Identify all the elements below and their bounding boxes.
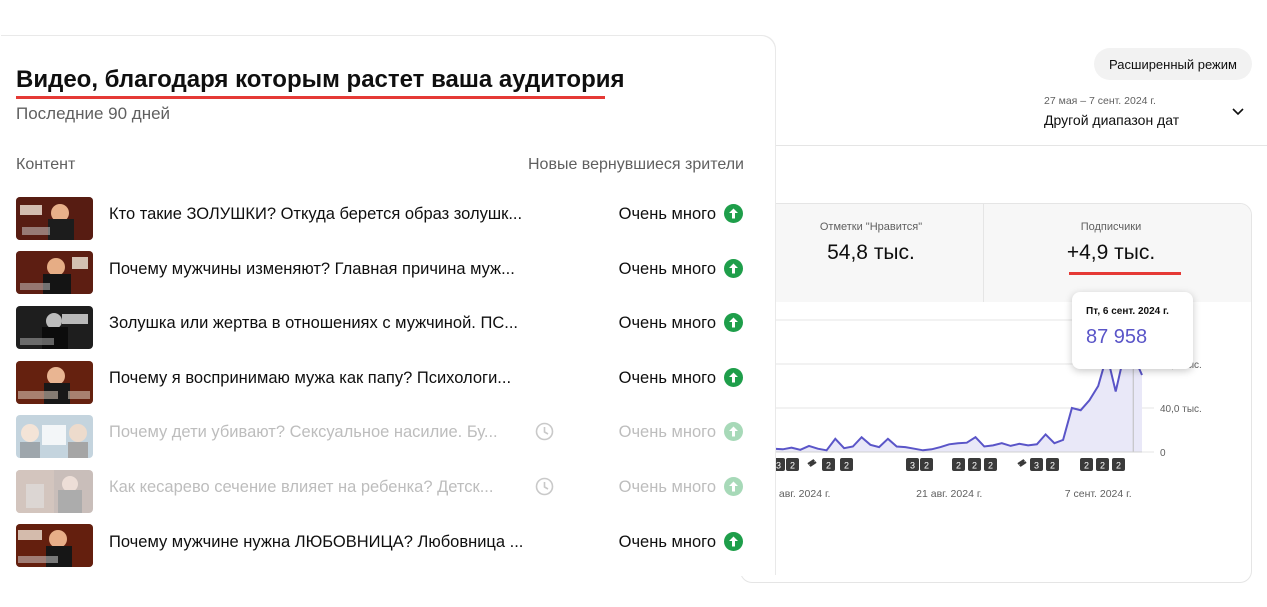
divider (775, 145, 1267, 146)
marker-badge-label: 2 (826, 461, 831, 471)
video-thumbnail[interactable] (16, 469, 93, 513)
metrics-header: Отметки "Нравится" 54,8 тыс. Подписчики … (741, 204, 1251, 302)
metric-likes-value: 54,8 тыс. (827, 241, 915, 264)
metric-likes-label: Отметки "Нравится" (819, 221, 923, 233)
marker-badge-label: 2 (1084, 461, 1089, 471)
x-tick-label: 7 сент. 2024 г. (1065, 488, 1132, 500)
arrow-up-circle-icon (724, 531, 743, 551)
video-title[interactable]: Почему мужчины изменяют? Главная причина… (109, 260, 515, 279)
video-title[interactable]: Почему дети убивают? Сексуальное насилие… (109, 423, 498, 442)
marker-short-icon (807, 459, 817, 467)
marker-badge-label: 2 (1100, 461, 1105, 471)
metric-divider (983, 204, 984, 302)
returning-viewers-value: Очень много (618, 205, 716, 223)
metric-likes[interactable]: Отметки "Нравится" 54,8 тыс. (771, 221, 971, 265)
metric-subscribers-label: Подписчики (1080, 221, 1142, 233)
date-range-picker[interactable]: 27 мая – 7 сент. 2024 г. Другой диапазон… (1044, 95, 1254, 128)
video-title[interactable]: Золушка или жертва в отношениях с мужчин… (109, 314, 518, 333)
subscribers-highlight-underline (1069, 272, 1181, 275)
metric-subscribers-value: +4,9 тыс. (1066, 241, 1156, 264)
marker-badge-label: 2 (988, 461, 993, 471)
y-tick-label: 0 (1160, 448, 1166, 459)
video-thumbnail[interactable] (16, 251, 93, 295)
arrow-up-circle-icon (724, 367, 743, 387)
video-title[interactable]: Как кесарево сечение влияет на ребенка? … (109, 478, 493, 497)
marker-badge-label: 3 (910, 461, 915, 471)
marker-short-icon (1017, 459, 1027, 467)
returning-viewers-value: Очень много (618, 314, 716, 333)
video-title[interactable]: Почему мужчине нужна ЛЮБОВНИЦА? Любовниц… (109, 533, 523, 552)
video-list: Кто такие ЗОЛУШКИ? Откуда берется образ … (16, 191, 746, 573)
marker-badge-label: 2 (1116, 461, 1121, 471)
video-row[interactable]: Почему дети убивают? Сексуальное насилие… (16, 409, 746, 464)
metric-subscribers[interactable]: Подписчики +4,9 тыс. (1011, 221, 1211, 265)
marker-badge-label: 2 (790, 461, 795, 471)
returning-viewers-value: Очень много (618, 368, 716, 387)
tooltip-date: Пт, 6 сент. 2024 г. (1086, 306, 1169, 317)
video-thumbnail[interactable] (16, 305, 93, 349)
title-highlight-underline (16, 96, 605, 99)
marker-badge-label: 2 (956, 461, 961, 471)
column-header-content: Контент (16, 156, 76, 173)
video-row[interactable]: Золушка или жертва в отношениях с мужчин… (16, 300, 746, 355)
marker-badge-label: 2 (1050, 461, 1055, 471)
date-range-label: Другой диапазон дат (1044, 112, 1180, 128)
marker-badge-label: 3 (1034, 461, 1039, 471)
video-title[interactable]: Почему я воспринимаю мужа как папу? Псих… (109, 369, 511, 388)
returning-viewers-value: Очень много (618, 532, 716, 551)
x-tick-label: 21 авг. 2024 г. (916, 488, 982, 500)
x-tick-label: 4 авг. 2024 г. (770, 488, 830, 500)
video-thumbnail[interactable] (16, 360, 93, 404)
card-subtitle: Последние 90 дней (16, 104, 171, 123)
returning-viewers-value: Очень много (618, 259, 716, 278)
video-thumbnail[interactable] (16, 524, 93, 568)
arrow-up-circle-icon (724, 313, 743, 333)
audience-growth-card: Видео, благодаря которым растет ваша ауд… (0, 36, 775, 576)
video-row[interactable]: Почему мужчине нужна ЛЮБОВНИЦА? Любовниц… (16, 519, 746, 574)
date-range-dates: 27 мая – 7 сент. 2024 г. (1044, 95, 1156, 107)
video-row[interactable]: Как кесарево сечение влияет на ребенка? … (16, 464, 746, 519)
chevron-down-icon[interactable] (1231, 107, 1245, 117)
advanced-mode-button[interactable]: Расширенный режим (1094, 48, 1252, 80)
chart-tooltip: Пт, 6 сент. 2024 г. 87 958 (1072, 292, 1193, 369)
marker-badge-label: 2 (924, 461, 929, 471)
arrow-up-circle-icon (724, 422, 743, 442)
card-title: Видео, благодаря которым растет ваша ауд… (16, 66, 625, 93)
arrow-up-circle-icon (724, 476, 743, 496)
marker-badge-label: 2 (972, 461, 977, 471)
analytics-screen: Расширенный режим 27 мая – 7 сент. 2024 … (0, 0, 1267, 607)
marker-badge-label: 3 (776, 461, 781, 471)
arrow-up-circle-icon (724, 204, 743, 223)
video-row[interactable]: Почему мужчины изменяют? Главная причина… (16, 246, 746, 301)
y-tick-label: 40,0 тыс. (1160, 404, 1202, 415)
video-thumbnail[interactable] (16, 196, 93, 240)
arrow-up-circle-icon (724, 258, 743, 278)
clock-icon (535, 477, 554, 496)
video-row[interactable]: Кто такие ЗОЛУШКИ? Откуда берется образ … (16, 191, 746, 246)
returning-viewers-value: Очень много (618, 477, 716, 496)
clock-icon (535, 423, 554, 441)
column-header-returning-viewers: Новые вернувшиеся зрители (528, 156, 744, 173)
video-title[interactable]: Кто такие ЗОЛУШКИ? Откуда берется образ … (109, 205, 522, 224)
returning-viewers-value: Очень много (618, 423, 716, 442)
tooltip-value: 87 958 (1086, 326, 1148, 348)
marker-badge-label: 2 (844, 461, 849, 471)
video-row[interactable]: Почему я воспринимаю мужа как папу? Псих… (16, 355, 746, 410)
video-thumbnail[interactable] (16, 415, 93, 459)
